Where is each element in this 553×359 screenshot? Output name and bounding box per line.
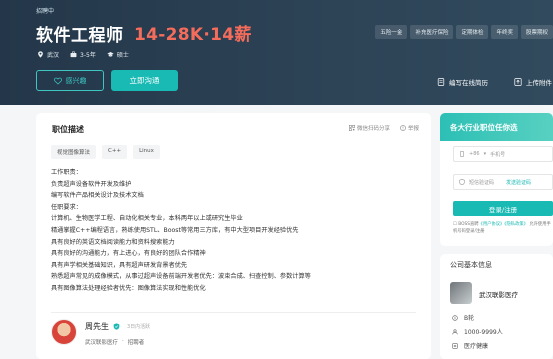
- divider: [51, 312, 416, 313]
- card-actions: 微信扫码分享 举报: [348, 124, 419, 132]
- company-name[interactable]: 武汉联影医疗: [479, 289, 518, 299]
- skill-tag: Linux: [133, 145, 160, 159]
- skill-tag: 视觉图像算法: [51, 145, 97, 159]
- recruiter-avatar[interactable]: [51, 319, 77, 345]
- recruiter-role: 招聘者: [127, 340, 145, 346]
- description-line: 具有声学相关基础知识，具有超声研发背景者优先: [51, 261, 188, 269]
- report-label: 举报: [407, 126, 419, 132]
- recruiter-subtitle: 武汉联影医疗 · 招聘者: [85, 338, 150, 346]
- welfare-tag: 股票期权: [520, 25, 553, 39]
- briefcase-icon: [70, 51, 77, 58]
- phone-icon: [460, 151, 464, 157]
- people-icon: [452, 328, 458, 334]
- company-industry: 医疗健康: [464, 343, 489, 350]
- upload-label: 上传附件: [526, 79, 552, 87]
- resume-label: 编写在线简历: [449, 79, 488, 87]
- company-info-panel: 公司基本信息 武汉联影医疗 B轮 1000-9999人 医疗健康: [440, 254, 553, 359]
- qrcode-icon: [348, 125, 355, 131]
- separator: ·: [122, 338, 124, 344]
- meta-city: 武汉: [37, 50, 59, 59]
- welfare-tag: 五险一金: [375, 25, 408, 39]
- experience-label: 3-5年: [80, 52, 96, 59]
- description-line: 计算机、生物医学工程、自动化相关专业，本科两年以上或研究生毕业: [51, 215, 243, 223]
- login-heading: 各大行业职位任你选: [440, 113, 553, 141]
- company-stage: B轮: [464, 315, 475, 322]
- upload-attachment-button[interactable]: 上传附件: [514, 77, 552, 87]
- sms-code-input[interactable]: 短信验证码: [469, 179, 494, 186]
- job-header: 招聘中 软件工程师 14-28K·14薪 武汉 3-5年 硕士 五险一金 补充医…: [0, 0, 553, 105]
- login-register-button[interactable]: 登录/注册: [453, 201, 553, 216]
- education-label: 硕士: [116, 52, 129, 59]
- recruiter-company: 武汉联影医疗: [85, 340, 119, 346]
- meta-education: 硕士: [107, 50, 129, 59]
- location-icon: [38, 51, 43, 58]
- job-status: 招聘中: [36, 8, 55, 15]
- recruiter-name: 周先生: [85, 322, 109, 331]
- description-line: 编写软件产品相关设计及技术文档: [51, 192, 144, 200]
- company-size-row: 1000-9999人: [452, 327, 503, 336]
- user-agreement-link[interactable]: 《用户协议》: [479, 222, 505, 227]
- resume-icon: [437, 78, 445, 86]
- description-line: 精通掌握C++编程语言，熟练使用STL、Boost等常用三方库，有中大型项目开发…: [51, 226, 299, 234]
- welfare-tag: 补充医疗保险: [410, 25, 454, 39]
- job-description-text: 工作职责： 负责超声设备软件开发及维护 编写软件产品相关设计及技术文档 任职要求…: [51, 167, 311, 295]
- chat-now-button[interactable]: 立即沟通: [111, 70, 178, 91]
- interest-button[interactable]: 感兴趣: [36, 70, 104, 91]
- agreement-text: ☐ BOSS直聘《用户协议》《隐私政策》 允许使用手机号码登录/注册: [453, 221, 553, 235]
- send-code-button[interactable]: 发送验证码: [506, 179, 531, 186]
- country-code-select[interactable]: +86: [469, 151, 480, 157]
- interest-label: 感兴趣: [65, 76, 87, 85]
- job-description-card: 职位描述 微信扫码分享 举报 视觉图像算法 C++ Linux 工作职责： 负责…: [36, 113, 431, 359]
- job-meta: 武汉 3-5年 硕士: [37, 50, 129, 59]
- description-line: 具有图像算法处理经验者优先：图像算法实现和性能优化: [51, 284, 206, 292]
- funding-icon: [452, 314, 458, 321]
- recruiter-active: 3日内活跃: [127, 324, 151, 330]
- description-line: 具有良好的沟通能力，有上进心，有良好的团队合作精神: [51, 250, 206, 258]
- login-panel: 各大行业职位任你选 +86 ▾ 手机号 短信验证码 发送验证码 登录/注册 ☐ …: [440, 113, 553, 246]
- online-resume-button[interactable]: 编写在线简历: [437, 77, 488, 87]
- description-line: 工作职责：: [51, 169, 82, 176]
- graduation-cap-icon: [107, 52, 114, 57]
- wechat-share-button[interactable]: 微信扫码分享: [348, 124, 390, 132]
- phone-field[interactable]: +86 ▾ 手机号: [453, 146, 553, 162]
- upload-icon: [514, 78, 522, 86]
- skill-tag: C++: [102, 145, 128, 159]
- welfare-tags: 五险一金 补充医疗保险 定期体检 年终奖 股票期权: [375, 25, 553, 39]
- salary: 14-28K·14薪: [134, 25, 252, 45]
- warning-icon: [400, 125, 406, 131]
- recruiter-info[interactable]: 周先生 3日内活跃 武汉联影医疗 · 招聘者: [51, 319, 150, 346]
- description-line: 具有良好的英语文档阅读能力和资料搜索能力: [51, 238, 175, 246]
- company-industry-row: 医疗健康: [452, 341, 488, 350]
- description-line: 任职要求：: [51, 203, 82, 211]
- welfare-tag: 定期体检: [456, 25, 489, 39]
- privacy-policy-link[interactable]: 《隐私政策》: [504, 222, 528, 227]
- chevron-down-icon: ▾: [483, 151, 487, 157]
- description-line: 负责超声设备软件开发及维护: [51, 180, 132, 188]
- industry-icon: [452, 342, 458, 349]
- welfare-tag: 年终奖: [491, 25, 518, 39]
- sms-code-field[interactable]: 短信验证码 发送验证码: [453, 174, 553, 190]
- description-line: 熟悉超声常见的成像模式，从事过超声设备前端开发者优先：波束合成、扫查控制、参数计…: [51, 273, 311, 281]
- meta-experience: 3-5年: [70, 50, 96, 59]
- phone-input[interactable]: 手机号: [490, 151, 505, 158]
- section-title: 职位描述: [52, 125, 84, 134]
- wechat-share-label: 微信扫码分享: [356, 126, 390, 132]
- shield-icon: [459, 179, 465, 185]
- company-section-title: 公司基本信息: [450, 261, 492, 269]
- job-title: 软件工程师: [36, 26, 124, 46]
- agree-checkbox[interactable]: ☐: [453, 222, 457, 227]
- city-label: 武汉: [47, 52, 60, 59]
- company-stage-row: B轮: [452, 313, 474, 322]
- company-logo[interactable]: [450, 282, 472, 304]
- company-size: 1000-9999人: [464, 329, 503, 336]
- skill-tags: 视觉图像算法 C++ Linux: [51, 145, 160, 159]
- verified-icon: [113, 323, 120, 330]
- report-button[interactable]: 举报: [400, 124, 419, 132]
- agree-prefix: BOSS直聘: [458, 222, 479, 227]
- heart-icon: [53, 77, 62, 85]
